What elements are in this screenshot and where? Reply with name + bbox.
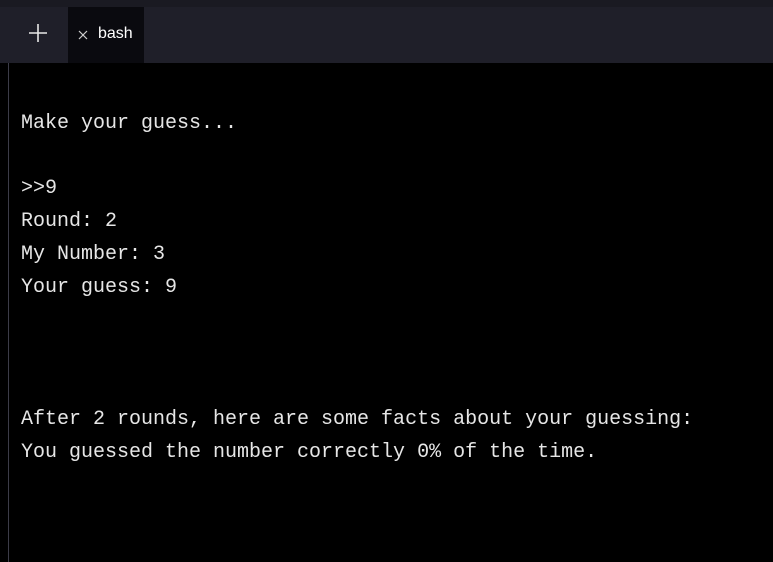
tab-label: bash (98, 25, 133, 42)
terminal-window: bash Make your guess... >>9 Round: 2 My … (0, 0, 773, 562)
terminal-line: Your guess: 9 (21, 276, 178, 299)
tab-bash[interactable]: bash (68, 7, 144, 63)
plus-icon (28, 23, 48, 48)
terminal-line: Round: 2 (21, 210, 118, 233)
close-icon[interactable] (77, 29, 89, 41)
terminal-line: My Number: 3 (21, 243, 166, 266)
new-tab-button[interactable] (10, 7, 66, 63)
terminal-line: Make your guess... (21, 112, 238, 135)
terminal-line: After 2 rounds, here are some facts abou… (21, 408, 694, 431)
terminal-line: >>9 (21, 177, 58, 200)
title-strip (0, 0, 773, 7)
tab-bar: bash (0, 7, 773, 63)
terminal-output[interactable]: Make your guess... >>9 Round: 2 My Numbe… (9, 63, 773, 562)
terminal-line: You guessed the number correctly 0% of t… (21, 441, 598, 464)
